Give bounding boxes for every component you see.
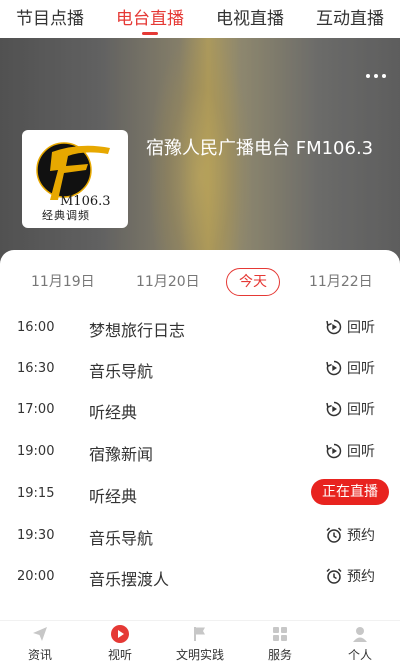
program-row[interactable]: 19:30 音乐导航 预约 [0, 516, 400, 558]
nav-label: 文明实践 [175, 648, 224, 662]
replay-button[interactable]: 回听 [325, 358, 375, 378]
replay-icon [326, 319, 342, 335]
tab-label: 电视直播 [216, 9, 284, 29]
nav-civilization-practice[interactable]: 文明实践 [160, 621, 240, 666]
program-title: 音乐导航 [89, 529, 154, 548]
action-label: 回听 [347, 320, 375, 336]
action-label: 预约 [347, 569, 375, 585]
play-circle-icon [111, 625, 129, 643]
tab-label: 互动直播 [316, 9, 384, 29]
tab-program-on-demand[interactable]: 节目点播 [0, 0, 100, 38]
program-row[interactable]: 20:00 音乐摆渡人 预约 [0, 557, 400, 599]
program-time: 19:30 [17, 528, 55, 543]
live-now-badge[interactable]: 正在直播 [311, 479, 389, 505]
station-logo: M106.3 经典调频 [22, 130, 128, 228]
nav-profile[interactable]: 个人 [320, 621, 400, 666]
program-time: 19:15 [17, 486, 55, 501]
station-hero-banner: M106.3 经典调频 宿豫人民广播电台 FM106.3 [0, 38, 400, 268]
user-icon [353, 627, 367, 642]
program-time: 20:00 [17, 569, 55, 584]
program-row[interactable]: 17:00 听经典 回听 [0, 390, 400, 432]
tab-indicator [142, 32, 158, 35]
replay-icon [326, 401, 342, 417]
program-time: 17:00 [17, 402, 55, 417]
program-time: 16:30 [17, 361, 55, 376]
flag-icon [194, 627, 205, 641]
logo-subtitle: 经典调频 [42, 208, 90, 222]
replay-button[interactable]: 回听 [325, 399, 375, 419]
schedule-card: 11月19日 11月20日 今天 11月22日 16:00 梦想旅行日志 回听 … [0, 250, 400, 620]
date-selector: 11月19日 11月20日 今天 11月22日 [0, 268, 400, 298]
tab-radio-live[interactable]: 电台直播 [100, 0, 200, 38]
program-time: 19:00 [17, 444, 55, 459]
action-label: 回听 [347, 402, 375, 418]
replay-button[interactable]: 回听 [325, 317, 375, 337]
more-options-icon[interactable] [366, 74, 386, 78]
action-label: 回听 [347, 444, 375, 460]
date-item[interactable]: 11月19日 [31, 268, 95, 296]
replay-button[interactable]: 回听 [325, 441, 375, 461]
action-label: 预约 [347, 528, 375, 544]
nav-audiovisual[interactable]: 视听 [80, 621, 160, 666]
program-time: 16:00 [17, 320, 55, 335]
send-icon [33, 627, 47, 641]
program-title: 音乐导航 [89, 362, 154, 381]
reserve-button[interactable]: 预约 [325, 566, 375, 586]
nav-label: 服务 [267, 648, 292, 662]
grid-icon [273, 627, 287, 641]
program-row-live[interactable]: 19:15 听经典 正在直播 [0, 474, 400, 516]
replay-icon [326, 443, 342, 459]
alarm-clock-icon [326, 527, 342, 543]
program-title: 听经典 [89, 403, 138, 422]
tab-interactive-live[interactable]: 互动直播 [300, 0, 400, 38]
reserve-button[interactable]: 预约 [325, 525, 375, 545]
date-item-today[interactable]: 今天 [226, 268, 280, 296]
program-row[interactable]: 16:30 音乐导航 回听 [0, 349, 400, 391]
top-tab-bar: 节目点播 电台直播 电视直播 互动直播 [0, 0, 400, 38]
nav-label: 视听 [107, 648, 132, 662]
program-title: 听经典 [89, 487, 138, 506]
program-row[interactable]: 16:00 梦想旅行日志 回听 [0, 308, 400, 342]
date-item[interactable]: 11月20日 [136, 268, 200, 296]
action-label: 回听 [347, 361, 375, 377]
alarm-clock-icon [326, 568, 342, 584]
program-row[interactable]: 19:00 宿豫新闻 回听 [0, 432, 400, 474]
program-title: 音乐摆渡人 [89, 570, 170, 589]
program-title: 梦想旅行日志 [89, 321, 186, 340]
logo-brand-text: M106.3 [60, 194, 111, 209]
nav-label: 个人 [347, 648, 372, 662]
fm-logo-icon: M106.3 经典调频 [36, 142, 111, 222]
nav-label: 资讯 [27, 648, 52, 662]
station-name: 宿豫人民广播电台 FM106.3 [146, 138, 374, 159]
replay-icon [326, 360, 342, 376]
bottom-nav-bar: 资讯 视听 文明实践 服务 个人 [0, 620, 400, 666]
tab-label: 电台直播 [116, 9, 184, 29]
nav-news[interactable]: 资讯 [0, 621, 80, 666]
program-title: 宿豫新闻 [89, 445, 154, 464]
tab-tv-live[interactable]: 电视直播 [200, 0, 300, 38]
tab-label: 节目点播 [16, 9, 84, 29]
date-item[interactable]: 11月22日 [309, 268, 373, 296]
nav-services[interactable]: 服务 [240, 621, 320, 666]
